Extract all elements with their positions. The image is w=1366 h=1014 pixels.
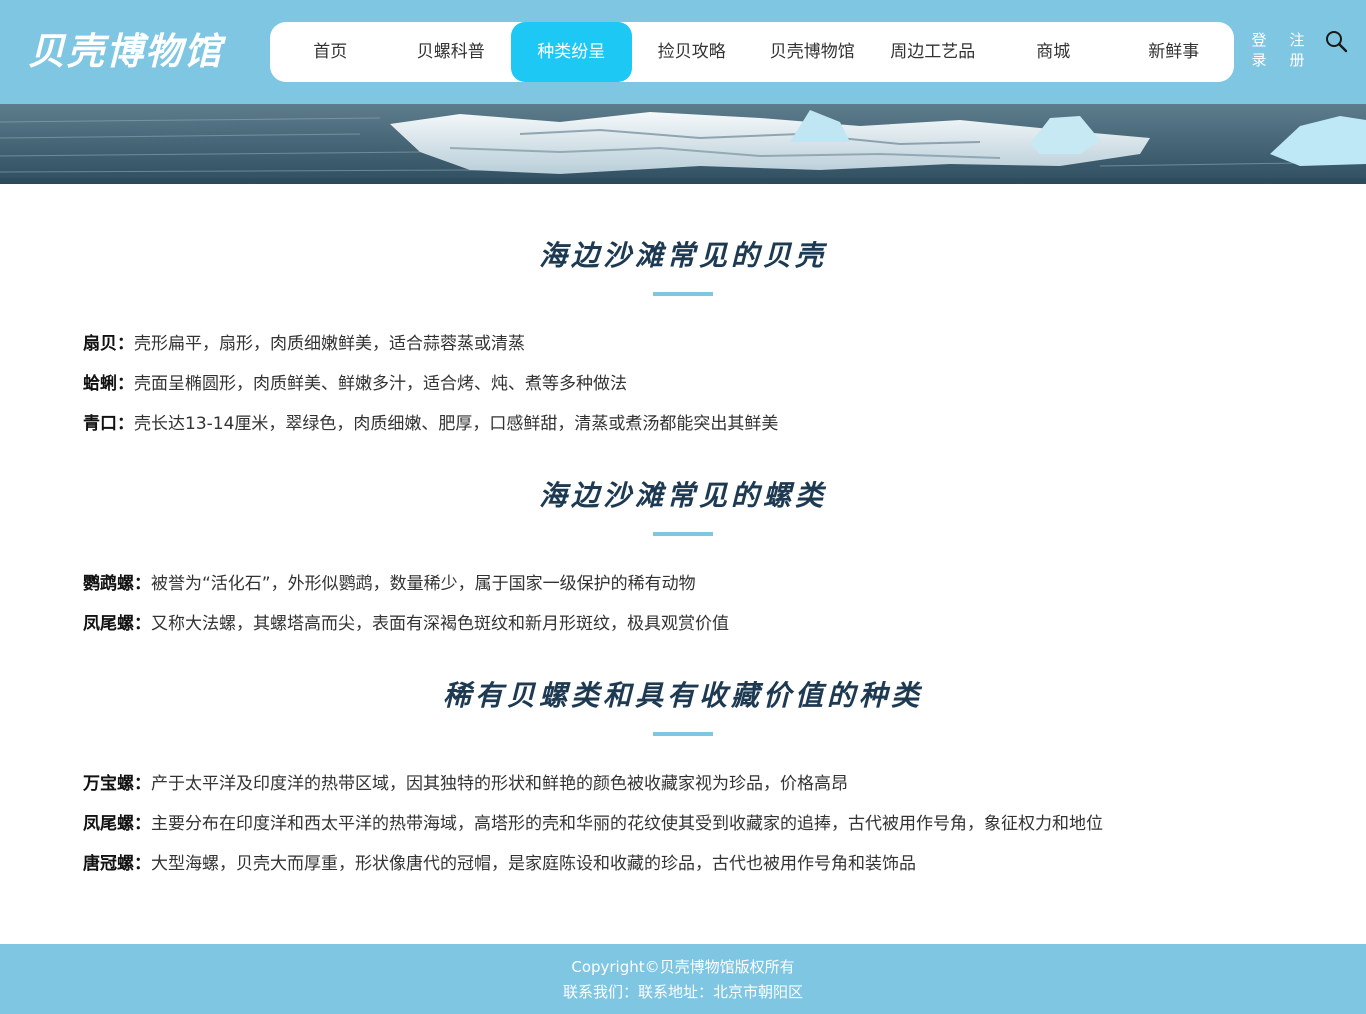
nav-item-guide[interactable]: 捡贝攻略 bbox=[632, 22, 753, 82]
item-desc: 产于太平洋及印度洋的热带区域，因其独特的形状和鲜艳的颜色被收藏家视为珍品，价格高… bbox=[151, 774, 848, 794]
item-name: 凤尾螺： bbox=[83, 814, 151, 834]
item-name: 蛤蜊： bbox=[83, 374, 134, 394]
main-nav: 首页 贝螺科普 种类纷呈 捡贝攻略 贝壳博物馆 周边工艺品 商城 新鲜事 bbox=[270, 22, 1234, 82]
list-item: 青口：壳长达13-14厘米，翠绿色，肉质细嫩、肥厚，口感鲜甜，清蒸或煮汤都能突出… bbox=[83, 412, 778, 436]
auth-links: 登录 注册 bbox=[1250, 30, 1306, 70]
item-name: 扇贝： bbox=[83, 334, 134, 354]
section-title-common-shells: 海边沙滩常见的贝壳 bbox=[538, 239, 827, 272]
title-underline bbox=[653, 292, 713, 296]
list-item: 万宝螺：产于太平洋及印度洋的热带区域，因其独特的形状和鲜艳的颜色被收藏家视为珍品… bbox=[83, 772, 848, 796]
title-underline bbox=[653, 532, 713, 536]
search-icon[interactable] bbox=[1324, 29, 1348, 53]
section-title-rare-species: 稀有贝螺类和具有收藏价值的种类 bbox=[442, 679, 923, 712]
footer: Copyright©贝壳博物馆版权所有 联系我们：联系地址：北京市朝阳区 bbox=[0, 944, 1366, 1014]
nav-item-museum[interactable]: 贝壳博物馆 bbox=[752, 22, 873, 82]
item-name: 唐冠螺： bbox=[83, 854, 151, 874]
item-desc: 又称大法螺，其螺塔高而尖，表面有深褐色斑纹和新月形斑纹，极具观赏价值 bbox=[151, 614, 729, 634]
title-underline bbox=[653, 732, 713, 736]
list-item: 扇贝：壳形扁平，扇形，肉质细嫩鲜美，适合蒜蓉蒸或清蒸 bbox=[83, 332, 525, 356]
item-desc: 壳形扁平，扇形，肉质细嫩鲜美，适合蒜蓉蒸或清蒸 bbox=[134, 334, 525, 354]
nav-item-science[interactable]: 贝螺科普 bbox=[391, 22, 512, 82]
list-item: 蛤蜊：壳面呈椭圆形，肉质鲜美、鲜嫩多汁，适合烤、炖、煮等多种做法 bbox=[83, 372, 627, 396]
header: 贝壳博物馆 首页 贝螺科普 种类纷呈 捡贝攻略 贝壳博物馆 周边工艺品 商城 新… bbox=[0, 0, 1366, 104]
nav-item-shop[interactable]: 商城 bbox=[993, 22, 1114, 82]
list-item: 鹦鹉螺：被誉为“活化石”，外形似鹦鹉，数量稀少，属于国家一级保护的稀有动物 bbox=[83, 572, 696, 596]
item-desc: 大型海螺，贝壳大而厚重，形状像唐代的冠帽，是家庭陈设和收藏的珍品，古代也被用作号… bbox=[151, 854, 916, 874]
item-name: 鹦鹉螺： bbox=[83, 574, 151, 594]
item-name: 凤尾螺： bbox=[83, 614, 151, 634]
nav-item-species[interactable]: 种类纷呈 bbox=[511, 22, 632, 82]
list-item: 凤尾螺：又称大法螺，其螺塔高而尖，表面有深褐色斑纹和新月形斑纹，极具观赏价值 bbox=[83, 612, 729, 636]
list-item: 唐冠螺：大型海螺，贝壳大而厚重，形状像唐代的冠帽，是家庭陈设和收藏的珍品，古代也… bbox=[83, 852, 916, 876]
banner-image bbox=[0, 104, 1366, 184]
item-desc: 主要分布在印度洋和西太平洋的热带海域，高塔形的壳和华丽的花纹使其受到收藏家的追捧… bbox=[151, 814, 1103, 834]
footer-copyright: Copyright©贝壳博物馆版权所有 bbox=[571, 958, 795, 976]
item-desc: 被誉为“活化石”，外形似鹦鹉，数量稀少，属于国家一级保护的稀有动物 bbox=[151, 574, 696, 594]
nav-item-news[interactable]: 新鲜事 bbox=[1114, 22, 1235, 82]
nav-item-crafts[interactable]: 周边工艺品 bbox=[873, 22, 994, 82]
nav-item-home[interactable]: 首页 bbox=[270, 22, 391, 82]
list-item: 凤尾螺：主要分布在印度洋和西太平洋的热带海域，高塔形的壳和华丽的花纹使其受到收藏… bbox=[83, 812, 1103, 836]
banner-illustration bbox=[0, 104, 1366, 184]
item-name: 青口： bbox=[83, 414, 134, 434]
item-desc: 壳长达13-14厘米，翠绿色，肉质细嫩、肥厚，口感鲜甜，清蒸或煮汤都能突出其鲜美 bbox=[134, 414, 779, 434]
login-link[interactable]: 登录 bbox=[1250, 30, 1268, 70]
site-logo[interactable]: 贝壳博物馆 bbox=[28, 28, 223, 74]
item-name: 万宝螺： bbox=[83, 774, 151, 794]
register-link[interactable]: 注册 bbox=[1288, 30, 1306, 70]
footer-contact: 联系我们：联系地址：北京市朝阳区 bbox=[562, 983, 803, 1001]
section-title-common-snails: 海边沙滩常见的螺类 bbox=[538, 479, 827, 512]
item-desc: 壳面呈椭圆形，肉质鲜美、鲜嫩多汁，适合烤、炖、煮等多种做法 bbox=[134, 374, 627, 394]
